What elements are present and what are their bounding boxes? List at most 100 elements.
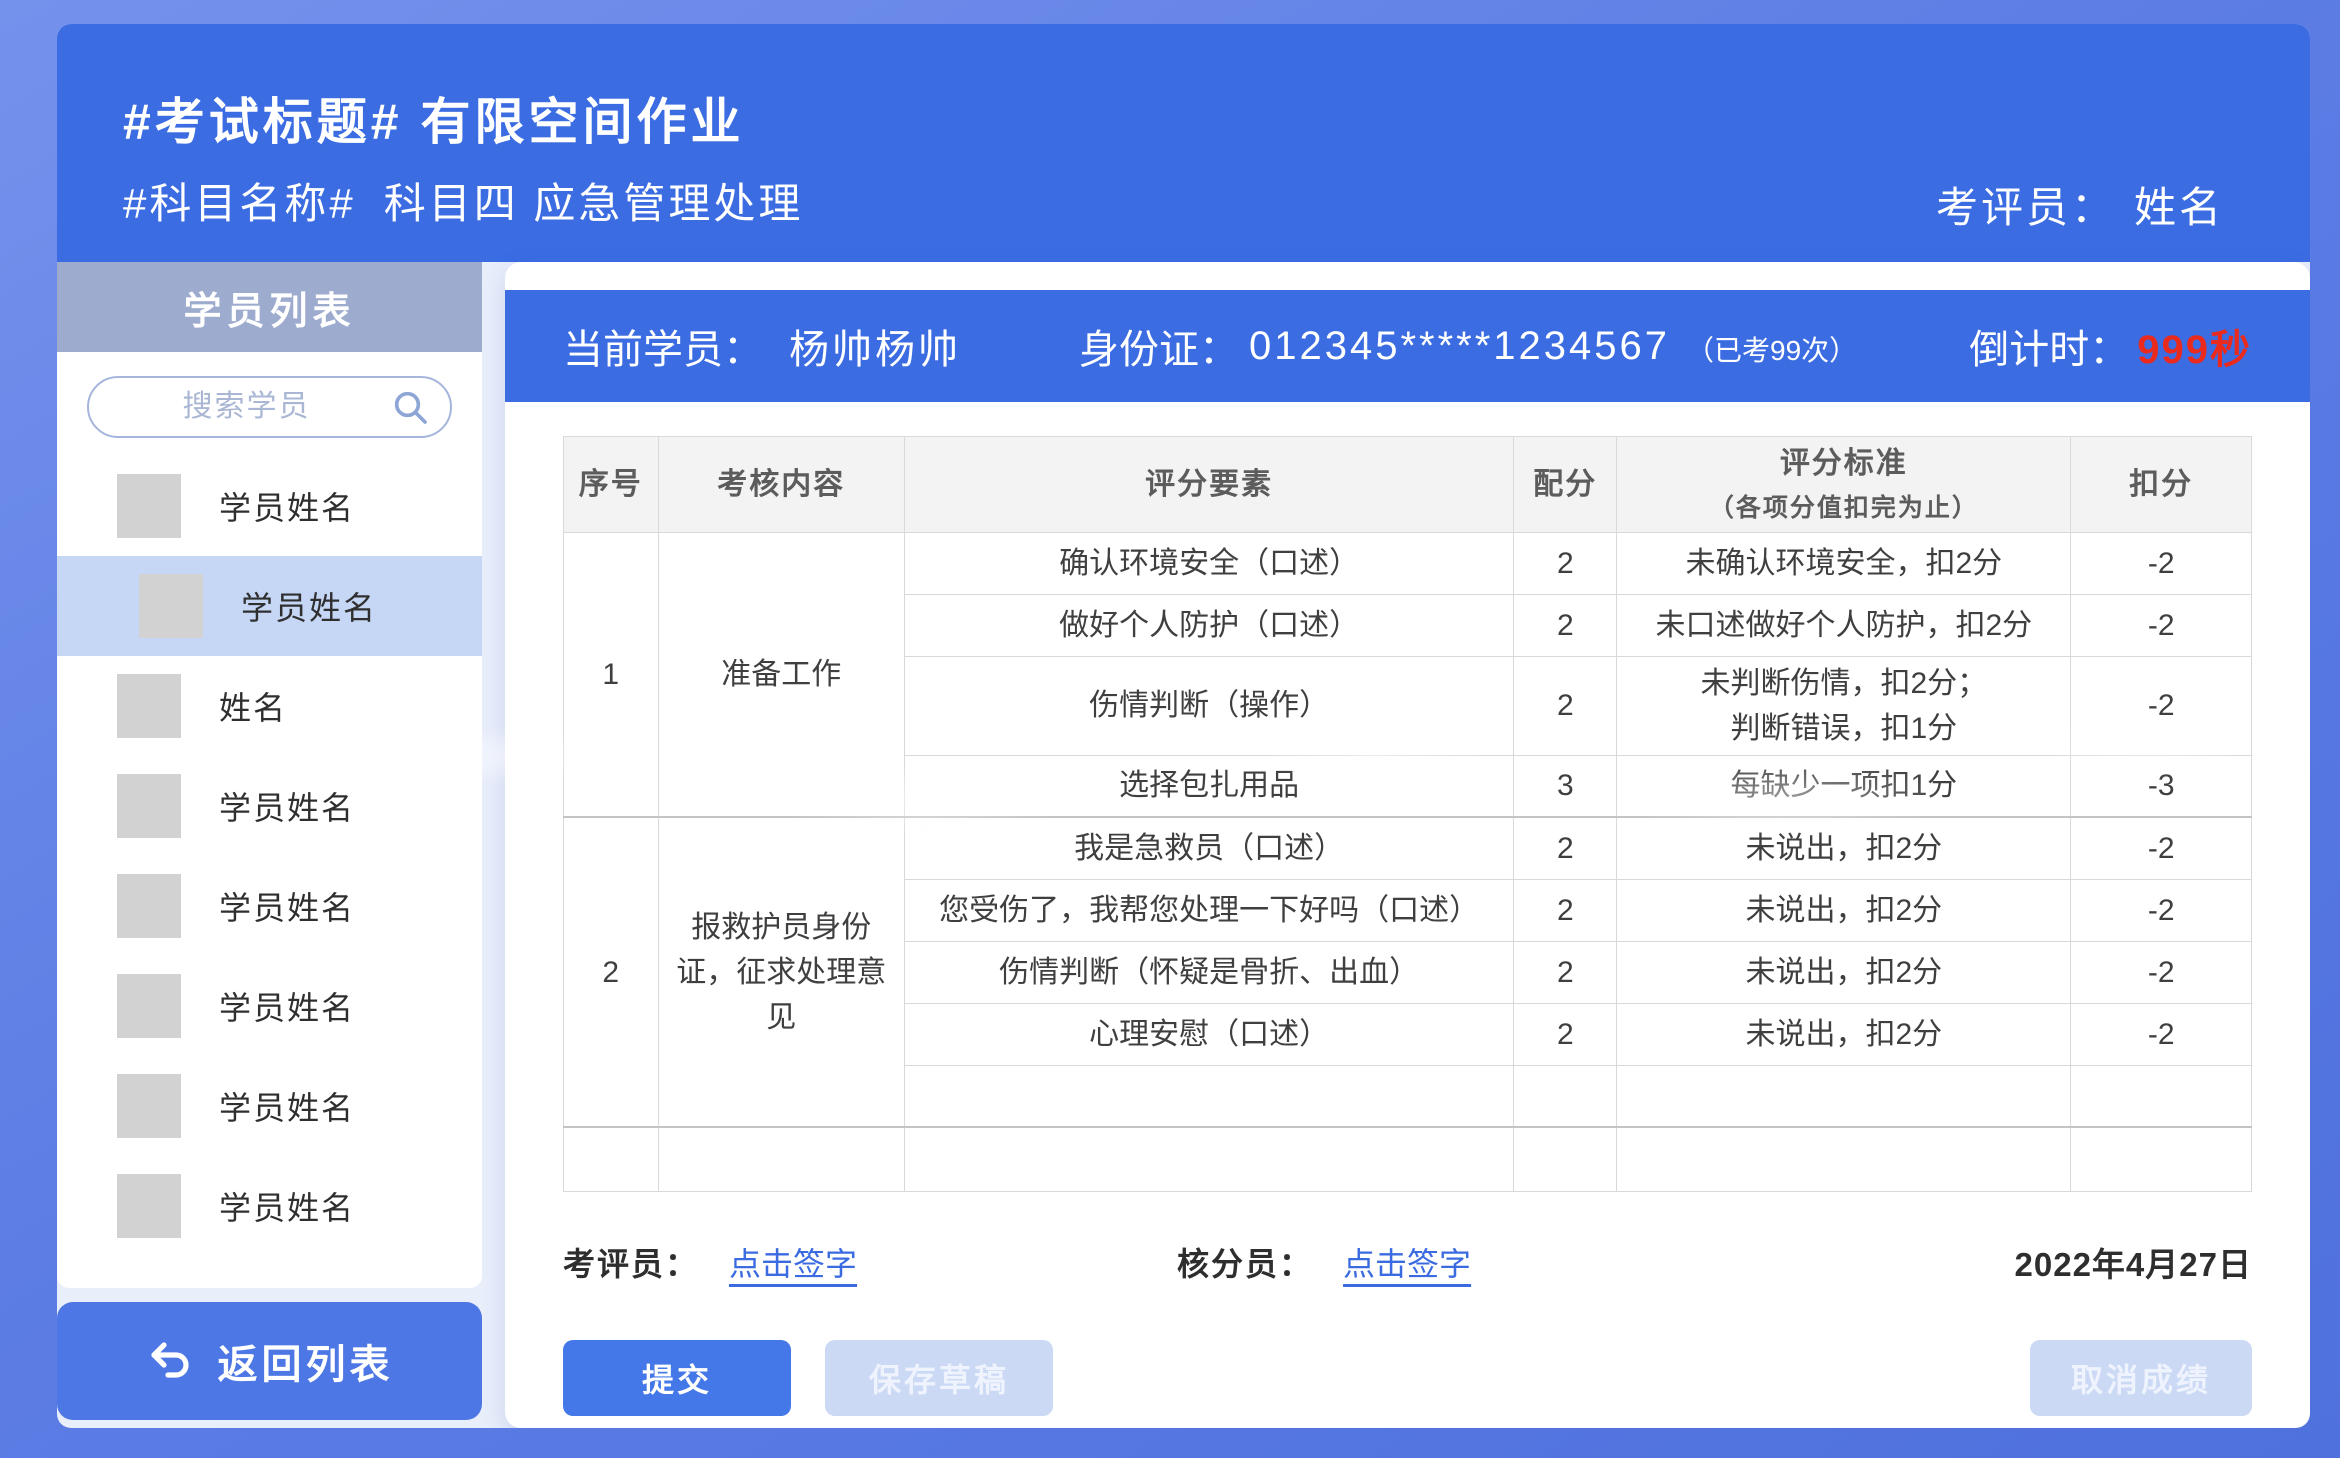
table-row: 1准备工作确认环境安全（口述）2未确认环境安全，扣2分-2 — [564, 532, 2252, 594]
element-cell: 选择包扎用品 — [904, 755, 1513, 817]
back-button-label: 返回列表 — [218, 1332, 394, 1390]
search-area — [57, 352, 482, 446]
col-header-seq: 序号 — [564, 437, 659, 533]
current-student-name: 杨帅杨帅 — [789, 317, 961, 375]
col-header-score: 配分 — [1514, 437, 1617, 533]
deduction-cell[interactable] — [2071, 1065, 2252, 1127]
app-body: 学员列表 学员姓名学员姓名姓名学员姓名学员姓名学员姓名学员姓名学员姓名 — [57, 262, 2310, 1428]
student-item[interactable]: 学员姓名 — [57, 1156, 482, 1256]
criteria-cell: 未口述做好个人防护，扣2分 — [1617, 594, 2071, 656]
criteria-cell — [1617, 1127, 2071, 1191]
examiner-sign-label: 考评员： — [563, 1239, 699, 1285]
deduction-cell[interactable]: -2 — [2071, 594, 2252, 656]
score-cell: 2 — [1514, 941, 1617, 1003]
current-student-bar: 当前学员： 杨帅杨帅 身份证： 012345*****1234567 （已考99… — [505, 290, 2310, 402]
cancel-score-button[interactable]: 取消成绩 — [2030, 1340, 2252, 1416]
signature-row: 考评员： 点击签字 核分员： 点击签字 2022年4月27日 — [563, 1238, 2252, 1286]
student-name: 学员姓名 — [219, 1183, 355, 1229]
student-sidebar: 学员列表 学员姓名学员姓名姓名学员姓名学员姓名学员姓名学员姓名学员姓名 — [57, 262, 482, 1428]
exam-app-window: #考试标题# 有限空间作业 #科目名称#科目四 应急管理处理 考评员：姓名 学员… — [57, 24, 2310, 1428]
student-avatar — [117, 474, 181, 538]
exam-title: #考试标题# 有限空间作业 — [123, 82, 745, 154]
score-cell: 2 — [1514, 1003, 1617, 1065]
student-avatar — [139, 574, 203, 638]
col-header-criteria: 评分标准 （各项分值扣完为止） — [1617, 437, 2071, 533]
student-avatar — [117, 774, 181, 838]
student-item[interactable]: 学员姓名 — [57, 556, 482, 656]
content-cell: 报救护员身份证，征求处理意见 — [658, 817, 904, 1127]
col-header-element: 评分要素 — [904, 437, 1513, 533]
student-item[interactable]: 学员姓名 — [57, 956, 482, 1056]
id-card-label: 身份证： — [1079, 317, 1239, 375]
table-header-row: 序号 考核内容 评分要素 配分 评分标准 （各项分值扣完为止） 扣分 — [564, 437, 2252, 533]
student-name: 学员姓名 — [241, 583, 377, 629]
deduction-cell[interactable]: -2 — [2071, 817, 2252, 879]
submit-button[interactable]: 提交 — [563, 1340, 791, 1416]
criteria-subnote: （各项分值扣完为止） — [1631, 490, 2056, 528]
current-student-label: 当前学员： — [563, 317, 763, 375]
element-cell — [904, 1065, 1513, 1127]
element-cell: 伤情判断（操作） — [904, 656, 1513, 755]
student-name: 姓名 — [219, 683, 287, 729]
deduction-cell[interactable]: -3 — [2071, 755, 2252, 817]
exam-date: 2022年4月27日 — [2015, 1238, 2252, 1286]
deduction-cell[interactable]: -2 — [2071, 941, 2252, 1003]
criteria-cell: 每缺少一项扣1分 — [1617, 755, 2071, 817]
save-draft-button[interactable]: 保存草稿 — [825, 1340, 1053, 1416]
student-avatar — [117, 874, 181, 938]
score-cell — [1514, 1127, 1617, 1191]
score-table-wrap: 序号 考核内容 评分要素 配分 评分标准 （各项分值扣完为止） 扣分 1准备工作… — [563, 436, 2252, 1192]
score-cell: 2 — [1514, 879, 1617, 941]
deduction-cell[interactable]: -2 — [2071, 656, 2252, 755]
element-cell: 您受伤了，我帮您处理一下好吗（口述） — [904, 879, 1513, 941]
deduction-cell[interactable]: -2 — [2071, 879, 2252, 941]
content-cell — [658, 1127, 904, 1191]
back-to-list-button[interactable]: 返回列表 — [57, 1302, 482, 1420]
student-item[interactable]: 姓名 — [57, 656, 482, 756]
deduction-cell[interactable]: -2 — [2071, 1003, 2252, 1065]
element-cell: 我是急救员（口述） — [904, 817, 1513, 879]
element-cell: 心理安慰（口述） — [904, 1003, 1513, 1065]
seq-cell: 2 — [564, 817, 659, 1127]
criteria-cell: 未说出，扣2分 — [1617, 1003, 2071, 1065]
student-name: 学员姓名 — [219, 783, 355, 829]
score-cell: 2 — [1514, 532, 1617, 594]
student-item[interactable]: 学员姓名 — [57, 456, 482, 556]
criteria-cell: 未确认环境安全，扣2分 — [1617, 532, 2071, 594]
deduction-cell[interactable]: -2 — [2071, 532, 2252, 594]
score-cell: 2 — [1514, 656, 1617, 755]
element-cell: 确认环境安全（口述） — [904, 532, 1513, 594]
subject-prefix: #科目名称# — [123, 180, 356, 227]
examiner-info: 考评员：姓名 — [1936, 174, 2224, 235]
subject-line: #科目名称# 科目四 应急管理处理 — [123, 170, 803, 231]
seq-cell: 1 — [564, 532, 659, 817]
scoring-panel: 当前学员： 杨帅杨帅 身份证： 012345*****1234567 （已考99… — [505, 262, 2310, 1428]
search-box — [87, 376, 452, 438]
return-arrow-icon — [146, 1337, 194, 1385]
examiner-sign-link[interactable]: 点击签字 — [729, 1239, 857, 1285]
student-list-card: 学员列表 学员姓名学员姓名姓名学员姓名学员姓名学员姓名学员姓名学员姓名 — [57, 262, 482, 1288]
criteria-cell: 未判断伤情，扣2分； 判断错误，扣1分 — [1617, 656, 2071, 755]
criteria-cell: 未说出，扣2分 — [1617, 941, 2071, 1003]
app-header: #考试标题# 有限空间作业 #科目名称# 科目四 应急管理处理 考评员：姓名 — [57, 24, 2310, 262]
student-avatar — [117, 1074, 181, 1138]
student-list: 学员姓名学员姓名姓名学员姓名学员姓名学员姓名学员姓名学员姓名 — [57, 446, 482, 1288]
action-button-row: 提交 保存草稿 取消成绩 — [563, 1340, 2252, 1416]
criteria-cell — [1617, 1065, 2071, 1127]
deduction-cell[interactable] — [2071, 1127, 2252, 1191]
col-header-content: 考核内容 — [658, 437, 904, 533]
student-item[interactable]: 学员姓名 — [57, 756, 482, 856]
id-card-value: 012345*****1234567 — [1249, 324, 1670, 369]
content-cell: 准备工作 — [658, 532, 904, 817]
subject-name: 科目四 应急管理处理 — [384, 180, 804, 227]
student-item[interactable]: 学员姓名 — [57, 1056, 482, 1156]
seq-cell — [564, 1127, 659, 1191]
score-cell: 2 — [1514, 817, 1617, 879]
student-name: 学员姓名 — [219, 483, 355, 529]
student-item[interactable]: 学员姓名 — [57, 856, 482, 956]
student-name: 学员姓名 — [219, 883, 355, 929]
criteria-cell: 未说出，扣2分 — [1617, 879, 2071, 941]
scorer-sign-link[interactable]: 点击签字 — [1343, 1239, 1471, 1285]
countdown-value: 999秒 — [2137, 317, 2252, 375]
examiner-name: 姓名 — [2134, 184, 2224, 231]
